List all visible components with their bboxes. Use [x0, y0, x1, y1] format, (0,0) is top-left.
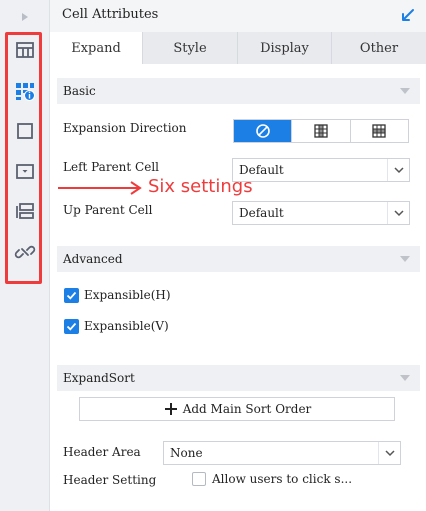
- up-parent-cell-value: Default: [239, 206, 284, 220]
- section-basic-title: Basic: [63, 84, 96, 98]
- horizontal-expand-icon: [372, 124, 386, 138]
- cell-attributes-icon[interactable]: [13, 38, 37, 62]
- expansible-v-checkbox[interactable]: Expansible(V): [64, 317, 169, 335]
- up-parent-cell-select[interactable]: Default: [232, 201, 410, 225]
- widget-icon[interactable]: [13, 159, 37, 183]
- chevron-down-icon: [400, 256, 410, 262]
- chevron-down-icon: [393, 210, 404, 217]
- header-area-label: Header Area: [63, 445, 141, 459]
- panel-title: Cell Attributes: [62, 7, 159, 22]
- left-parent-cell-select[interactable]: Default: [232, 158, 410, 182]
- hyperlink-icon[interactable]: [13, 240, 37, 264]
- add-main-sort-order-button[interactable]: Add Main Sort Order: [79, 397, 395, 421]
- expansible-h-label: Expansible(H): [84, 288, 171, 302]
- chevron-down-icon: [400, 88, 410, 94]
- direction-horizontal-button[interactable]: [349, 120, 408, 142]
- header-area-value: None: [170, 446, 203, 460]
- tab-other[interactable]: Other: [332, 32, 426, 64]
- chevron-down-icon: [400, 375, 410, 381]
- expansible-h-checkbox[interactable]: Expansible(H): [64, 286, 171, 304]
- side-rail: [0, 0, 50, 511]
- tab-display[interactable]: Display: [238, 32, 331, 64]
- section-expand-sort-title: ExpandSort: [63, 371, 135, 385]
- direction-vertical-button[interactable]: [291, 120, 350, 142]
- section-expand-sort[interactable]: ExpandSort: [57, 365, 420, 391]
- cell-attributes-panel: Cell Attributes Expand Style Display Oth…: [50, 0, 426, 511]
- left-parent-cell-value: Default: [239, 163, 284, 177]
- up-parent-cell-label: Up Parent Cell: [63, 203, 153, 217]
- header-setting-checkbox[interactable]: Allow users to click s...: [186, 472, 352, 486]
- checkbox-unchecked-icon: [192, 472, 206, 486]
- annotation-text: Six settings: [148, 176, 253, 197]
- tab-style[interactable]: Style: [143, 32, 237, 64]
- layout-icon[interactable]: [13, 199, 37, 223]
- collapse-arrow-icon[interactable]: [400, 7, 416, 23]
- none-icon: [255, 124, 270, 138]
- section-advanced-title: Advanced: [63, 252, 123, 266]
- expansible-v-label: Expansible(V): [84, 319, 169, 333]
- direction-none-button[interactable]: [234, 120, 292, 142]
- plus-icon: [164, 403, 177, 415]
- section-advanced[interactable]: Advanced: [57, 246, 420, 272]
- left-parent-cell-label: Left Parent Cell: [63, 160, 159, 174]
- checkbox-checked-icon: [64, 318, 79, 334]
- cell-element-icon[interactable]: [13, 79, 37, 103]
- chevron-down-icon: [384, 450, 395, 457]
- tab-bar: Expand Style Display Other: [50, 32, 426, 64]
- vertical-expand-icon: [314, 124, 328, 138]
- chevron-down-icon: [393, 167, 404, 174]
- header-setting-label: Header Setting: [63, 473, 157, 487]
- tab-expand[interactable]: Expand: [50, 32, 142, 64]
- add-main-sort-order-label: Add Main Sort Order: [182, 402, 312, 416]
- header-setting-option-label: Allow users to click s...: [212, 472, 353, 486]
- expansion-direction-selector: [233, 119, 409, 143]
- checkbox-checked-icon: [64, 287, 79, 303]
- border-icon[interactable]: [13, 119, 37, 143]
- section-basic[interactable]: Basic: [57, 78, 420, 104]
- annotation-arrow-icon: [58, 181, 142, 195]
- header-area-select[interactable]: None: [163, 441, 401, 465]
- expand-rail-icon[interactable]: [18, 8, 32, 26]
- expansion-direction-label: Expansion Direction: [63, 121, 187, 135]
- panel-header: Cell Attributes: [50, 0, 426, 32]
